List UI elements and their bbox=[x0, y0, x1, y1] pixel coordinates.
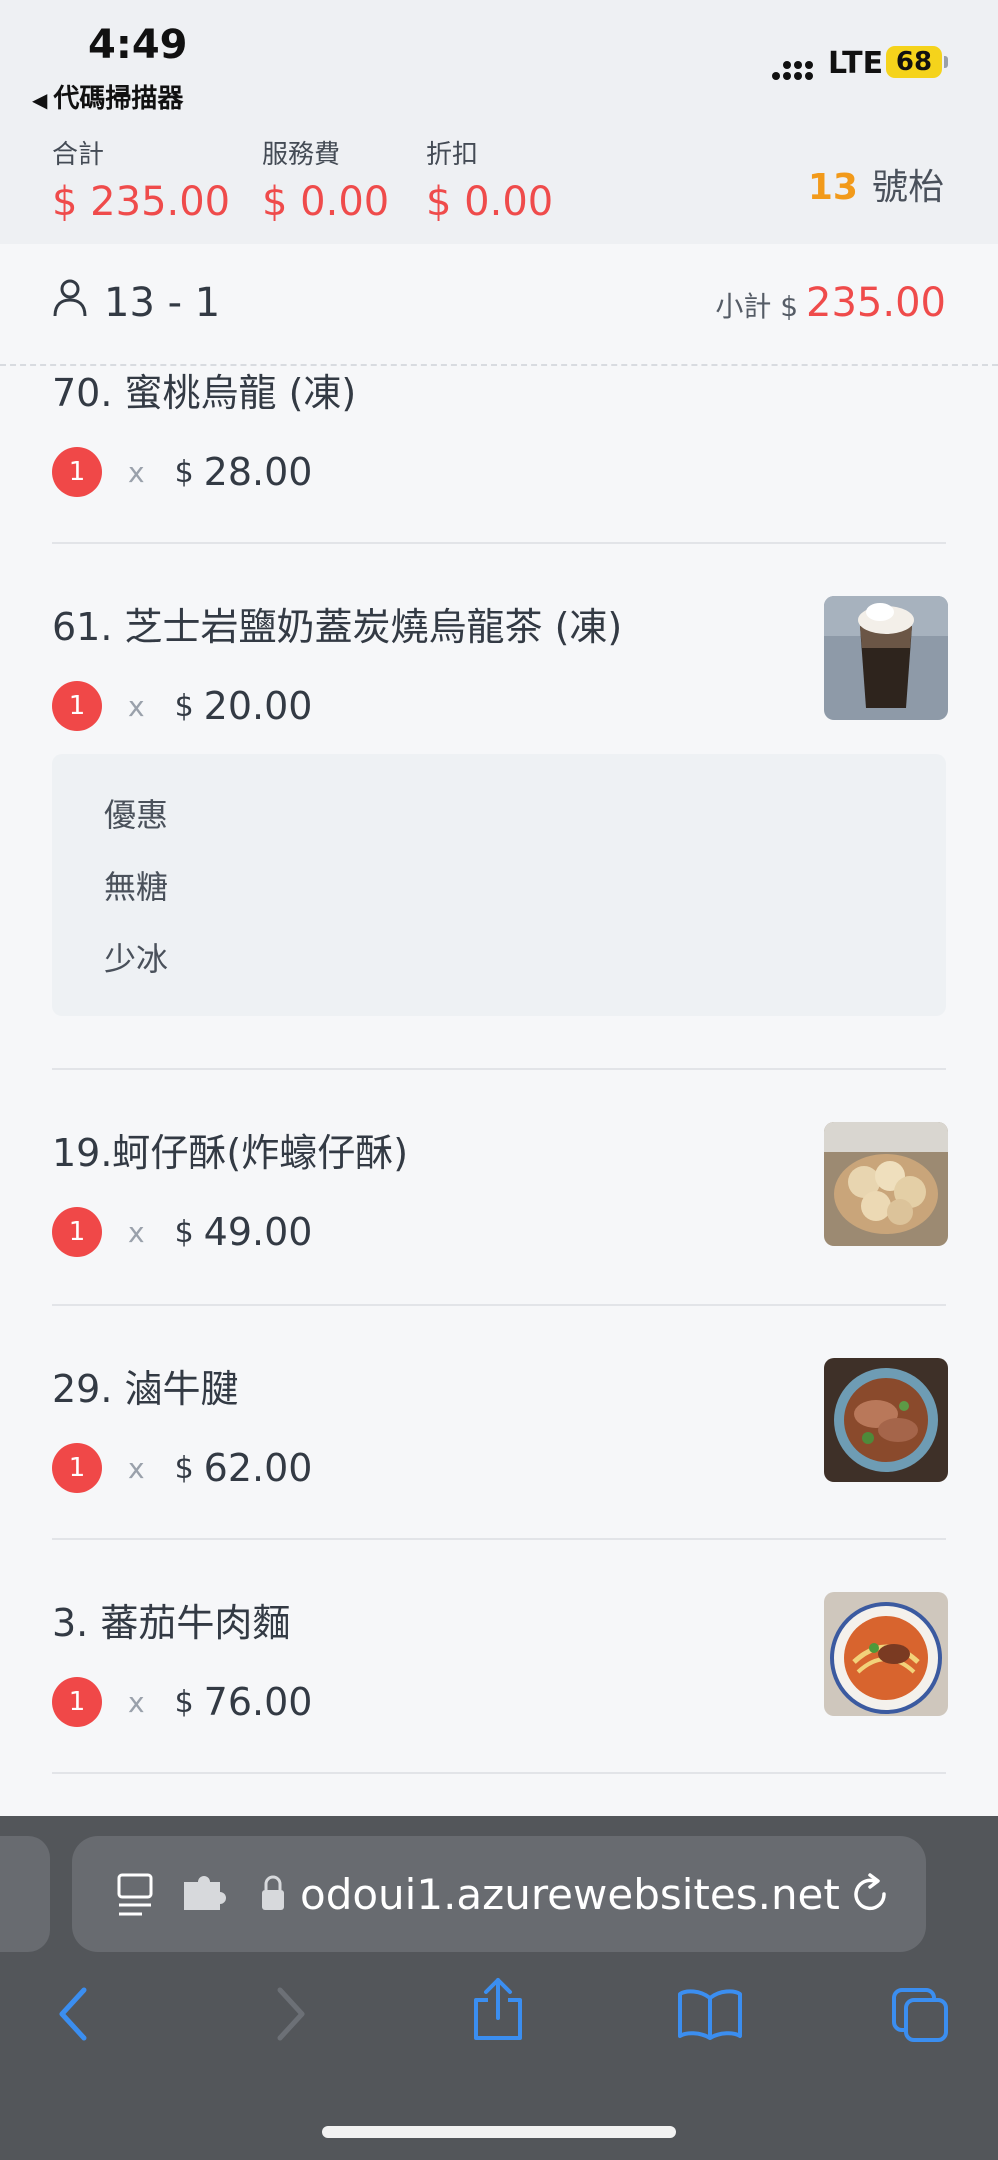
discount-value: $ 0.00 bbox=[426, 179, 554, 225]
back-to-app-link[interactable]: ◀ 代碼掃描器 bbox=[32, 78, 183, 115]
item-name: 61. 芝士岩鹽奶蓋炭燒烏龍茶 (凍) bbox=[52, 605, 623, 649]
item-divider bbox=[52, 1068, 946, 1070]
discount-label: 折扣 bbox=[426, 140, 479, 170]
times-sign: x bbox=[128, 1215, 145, 1249]
item-price: 76.00 bbox=[203, 1680, 313, 1724]
item-options-panel: 優惠 無糖 少冰 bbox=[52, 754, 946, 1016]
back-arrow-icon[interactable] bbox=[54, 1984, 94, 2044]
previous-tab-peek[interactable] bbox=[0, 1836, 50, 1952]
option-discount: 優惠 bbox=[104, 796, 169, 834]
quantity-badge: 1 bbox=[52, 1443, 102, 1493]
quantity-badge: 1 bbox=[52, 1207, 102, 1257]
battery-icon: 68 bbox=[886, 46, 942, 78]
item-price: 28.00 bbox=[203, 450, 313, 494]
service-fee-value: $ 0.00 bbox=[262, 179, 390, 225]
share-icon[interactable] bbox=[470, 1976, 526, 2042]
battery-tip bbox=[944, 56, 948, 68]
item-thumbnail-tomato-beef-noodle bbox=[824, 1592, 948, 1716]
item-price: 62.00 bbox=[203, 1446, 313, 1490]
item-divider bbox=[52, 542, 946, 544]
order-item[interactable]: 29. 滷牛腱 1 x $ 62.00 bbox=[52, 1358, 946, 1493]
order-item[interactable]: 3. 蕃茄牛肉麵 1 x $ 76.00 bbox=[52, 1592, 946, 1727]
table-number-value: 13 bbox=[807, 167, 858, 208]
total-block: 合計 $ 235.00 bbox=[52, 134, 230, 225]
option-ice: 少冰 bbox=[104, 940, 169, 978]
total-label: 合計 bbox=[52, 140, 105, 170]
service-fee-label: 服務費 bbox=[262, 140, 341, 170]
discount-block: 折扣 $ 0.00 bbox=[426, 134, 553, 225]
currency-sign: $ bbox=[174, 1214, 194, 1250]
subtotal-value: 235.00 bbox=[806, 280, 946, 326]
currency-sign: $ bbox=[174, 454, 194, 490]
item-thumbnail-fried-oyster bbox=[824, 1122, 948, 1246]
times-sign: x bbox=[128, 689, 145, 723]
subtotal-label: 小計 $ bbox=[715, 290, 799, 323]
tabs-icon[interactable] bbox=[890, 1986, 950, 2044]
item-name: 70. 蜜桃烏龍 (凍) bbox=[52, 371, 357, 415]
table-number-suffix: 號枱 bbox=[871, 167, 944, 208]
service-fee-block: 服務費 $ 0.00 bbox=[262, 134, 389, 225]
url-text[interactable]: odoui1.azurewebsites.net bbox=[300, 1870, 840, 1919]
guest-label: 13 - 1 bbox=[104, 280, 221, 326]
extension-puzzle-icon[interactable] bbox=[182, 1876, 226, 1912]
item-name: 3. 蕃茄牛肉麵 bbox=[52, 1601, 291, 1645]
battery-level: 68 bbox=[895, 47, 933, 77]
order-item[interactable]: 70. 蜜桃烏龍 (凍) 1 x $ 28.00 bbox=[52, 362, 946, 497]
quantity-badge: 1 bbox=[52, 681, 102, 731]
status-time: 4:49 bbox=[88, 22, 188, 68]
times-sign: x bbox=[128, 1451, 145, 1485]
guest-bar: 13 - 1 小計 $235.00 bbox=[0, 244, 998, 366]
address-bar[interactable]: odoui1.azurewebsites.net bbox=[72, 1836, 926, 1952]
item-thumbnail-braised-beef bbox=[824, 1358, 948, 1482]
item-divider bbox=[52, 1304, 946, 1306]
back-app-label: 代碼掃描器 bbox=[53, 84, 184, 114]
network-type: LTE bbox=[828, 46, 884, 81]
back-triangle-icon: ◀ bbox=[32, 88, 48, 112]
item-name: 19.蚵仔酥(炸蠔仔酥) bbox=[52, 1131, 409, 1175]
quantity-badge: 1 bbox=[52, 447, 102, 497]
item-price: 20.00 bbox=[203, 684, 313, 728]
table-number: 13 號枱 bbox=[808, 158, 944, 210]
lock-icon bbox=[262, 1875, 284, 1910]
browser-toolbar: odoui1.azurewebsites.net bbox=[0, 1816, 998, 2160]
item-divider bbox=[52, 1772, 946, 1774]
times-sign: x bbox=[128, 1685, 145, 1719]
item-divider bbox=[52, 1538, 946, 1540]
currency-sign: $ bbox=[174, 1684, 194, 1720]
cellular-signal-icon bbox=[772, 50, 813, 80]
total-value: $ 235.00 bbox=[52, 179, 231, 225]
home-indicator[interactable] bbox=[322, 2126, 676, 2138]
reader-mode-icon[interactable] bbox=[116, 1872, 156, 1918]
guest-subtotal: 小計 $235.00 bbox=[715, 280, 946, 326]
currency-sign: $ bbox=[174, 688, 194, 724]
person-icon bbox=[53, 279, 87, 317]
currency-sign: $ bbox=[174, 1450, 194, 1486]
item-price: 49.00 bbox=[203, 1210, 313, 1254]
order-item[interactable]: 61. 芝士岩鹽奶蓋炭燒烏龍茶 (凍) 1 x $ 20.00 bbox=[52, 596, 946, 731]
item-name: 29. 滷牛腱 bbox=[52, 1367, 239, 1411]
quantity-badge: 1 bbox=[52, 1677, 102, 1727]
option-sugar: 無糖 bbox=[104, 868, 169, 906]
forward-arrow-icon[interactable] bbox=[270, 1984, 310, 2044]
item-thumbnail-milk-tea bbox=[824, 596, 948, 720]
order-item[interactable]: 19.蚵仔酥(炸蠔仔酥) 1 x $ 49.00 bbox=[52, 1122, 946, 1257]
times-sign: x bbox=[128, 455, 145, 489]
bookmarks-icon[interactable] bbox=[676, 1988, 744, 2040]
order-header: 4:49 ◀ 代碼掃描器 LTE 68 合計 $ 235.00 服務費 $ 0.0… bbox=[0, 0, 998, 244]
reload-icon[interactable] bbox=[848, 1872, 892, 1916]
